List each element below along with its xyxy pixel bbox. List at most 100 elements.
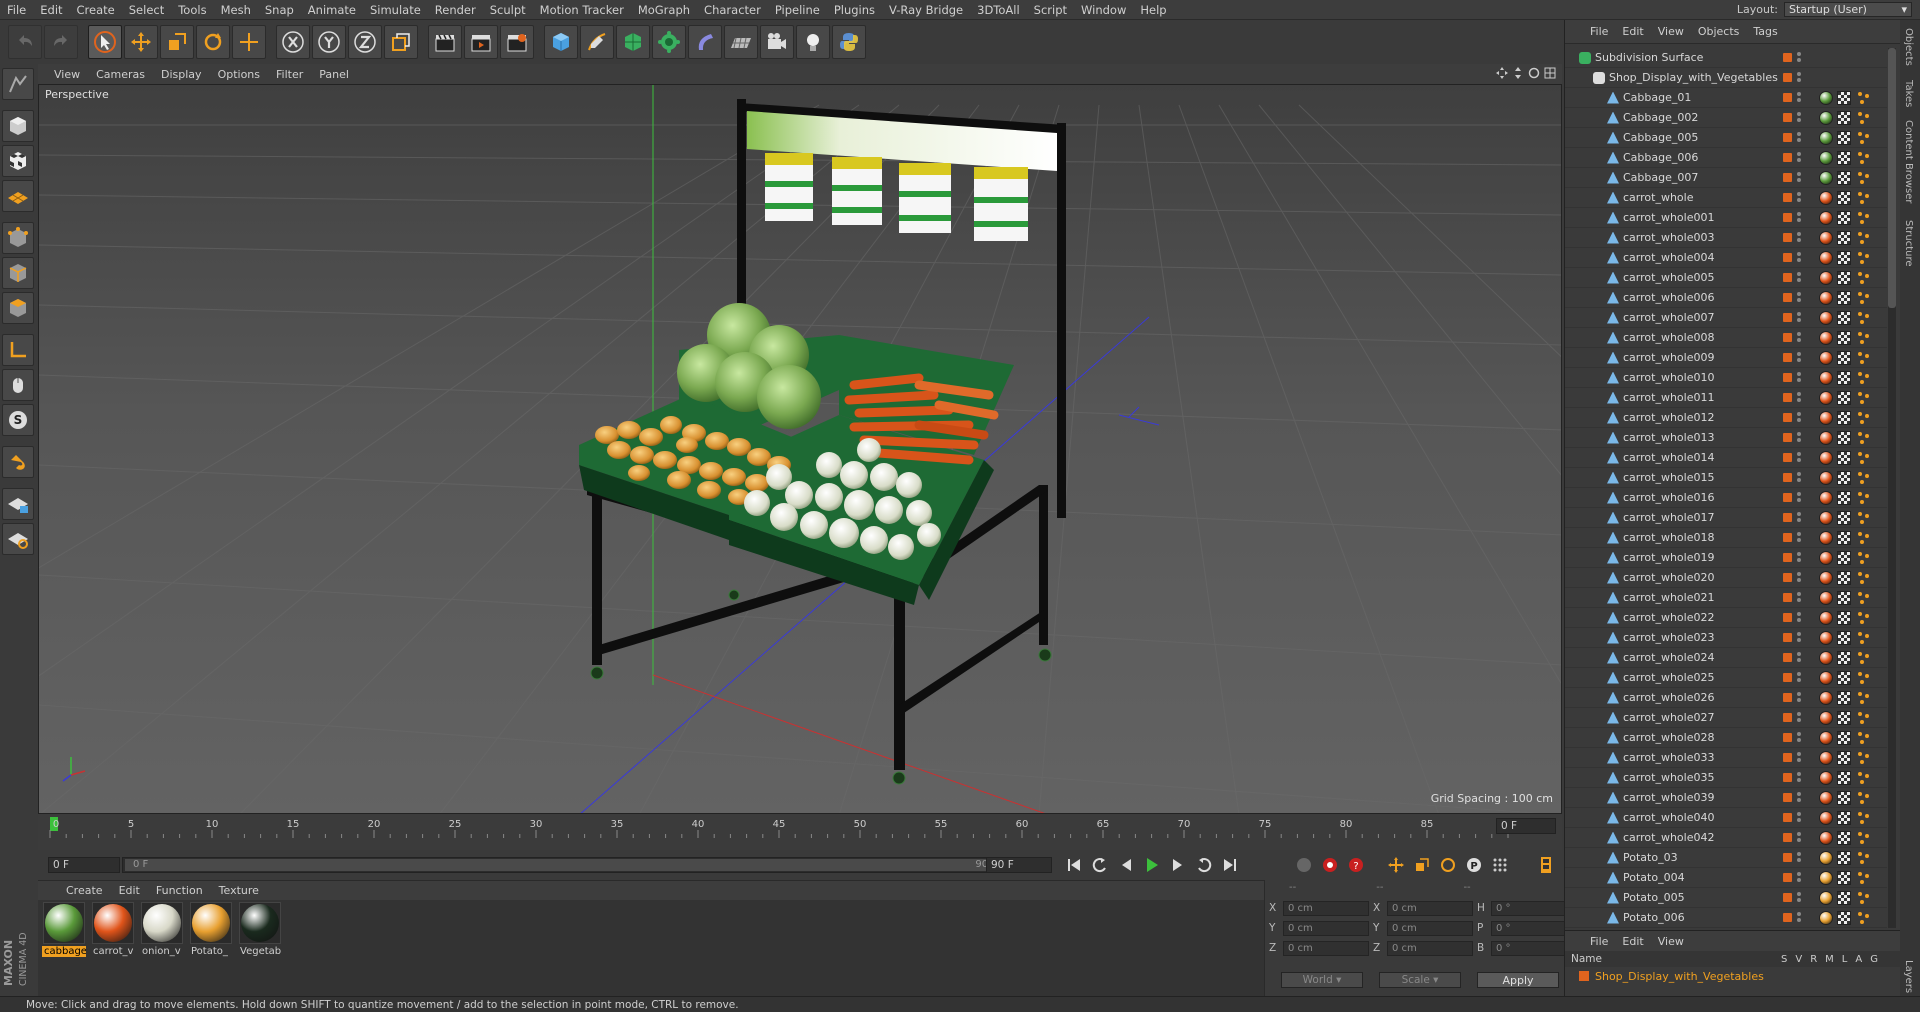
menu-pipeline[interactable]: Pipeline (768, 3, 827, 17)
object-row[interactable]: carrot_whole010 (1565, 368, 1887, 388)
rotate-button[interactable] (196, 25, 230, 59)
phong-tag-icon[interactable] (1857, 911, 1871, 925)
visibility-dots-icon[interactable] (1797, 72, 1801, 83)
uv-tag-icon[interactable] (1837, 550, 1851, 565)
phong-tag-icon[interactable] (1857, 831, 1871, 845)
z-axis-lock-button[interactable] (348, 25, 382, 59)
object-menu-tags[interactable]: Tags (1746, 25, 1784, 38)
record-button[interactable] (1318, 854, 1342, 876)
material-tag-icon[interactable] (1819, 230, 1833, 245)
phong-tag-icon[interactable] (1857, 371, 1871, 385)
material-tag-icon[interactable] (1819, 790, 1833, 805)
layer-column-v[interactable]: V (1795, 954, 1802, 965)
phong-tag-icon[interactable] (1857, 751, 1871, 765)
undo-button[interactable] (8, 25, 42, 59)
object-row[interactable]: carrot_whole019 (1565, 548, 1887, 568)
uv-tag-icon[interactable] (1837, 670, 1851, 685)
object-row[interactable]: Shop_Display_with_Vegetables (1565, 68, 1887, 88)
uv-tag-icon[interactable] (1837, 350, 1851, 365)
locked-workplane-button[interactable] (2, 488, 34, 520)
phong-tag-icon[interactable] (1857, 391, 1871, 405)
visibility-dots-icon[interactable] (1797, 872, 1801, 883)
perspective-viewport[interactable]: Perspective Grid Spacing : 100 cm (38, 84, 1562, 814)
pen-spline-button[interactable] (580, 25, 614, 59)
object-row[interactable]: carrot_whole012 (1565, 408, 1887, 428)
phong-tag-icon[interactable] (1857, 571, 1871, 585)
layer-menu-edit[interactable]: Edit (1615, 935, 1650, 948)
object-menu-objects[interactable]: Objects (1691, 25, 1747, 38)
material-tag-icon[interactable] (1819, 670, 1833, 685)
uv-tag-icon[interactable] (1837, 610, 1851, 625)
phong-tag-icon[interactable] (1857, 511, 1871, 525)
layer-menu-file[interactable]: File (1583, 935, 1615, 948)
visibility-dots-icon[interactable] (1797, 772, 1801, 783)
render-view-button[interactable] (428, 25, 462, 59)
material-tag-icon[interactable] (1819, 270, 1833, 285)
object-row[interactable]: carrot_whole013 (1565, 428, 1887, 448)
visibility-dots-icon[interactable] (1797, 92, 1801, 103)
visibility-dots-icon[interactable] (1797, 792, 1801, 803)
visibility-dots-icon[interactable] (1797, 852, 1801, 863)
planar-workplane-button[interactable] (2, 523, 34, 555)
key-parameter-button[interactable]: P (1462, 854, 1486, 876)
prev-frame-button[interactable] (1114, 854, 1138, 876)
visibility-dots-icon[interactable] (1797, 232, 1801, 243)
object-row[interactable]: carrot_whole014 (1565, 448, 1887, 468)
menu-render[interactable]: Render (428, 3, 483, 17)
scroll-thumb[interactable] (1888, 48, 1896, 308)
edges-mode-button[interactable] (2, 257, 34, 289)
uv-tag-icon[interactable] (1837, 90, 1851, 105)
coordinate-system-button[interactable] (384, 25, 418, 59)
timeline-view-button[interactable] (1534, 854, 1558, 876)
pan-icon[interactable] (1496, 67, 1508, 79)
next-key-button[interactable] (1192, 854, 1216, 876)
apply-button[interactable]: Apply (1477, 972, 1559, 988)
uv-tag-icon[interactable] (1837, 390, 1851, 405)
workplane-mode-button[interactable] (2, 180, 34, 212)
uv-tag-icon[interactable] (1837, 310, 1851, 325)
viewport-menu-cameras[interactable]: Cameras (88, 68, 153, 81)
material-tag-icon[interactable] (1819, 290, 1833, 305)
material-tag-icon[interactable] (1819, 770, 1833, 785)
material-tag-icon[interactable] (1819, 430, 1833, 445)
cloner-button[interactable] (652, 25, 686, 59)
material-tag-icon[interactable] (1819, 370, 1833, 385)
uv-tag-icon[interactable] (1837, 150, 1851, 165)
phong-tag-icon[interactable] (1857, 411, 1871, 425)
object-row[interactable]: carrot_whole007 (1565, 308, 1887, 328)
phong-tag-icon[interactable] (1857, 731, 1871, 745)
key-scale-button[interactable] (1410, 854, 1434, 876)
timeline-ruler[interactable]: 051015202530354045505560657075808590 0 F (38, 814, 1562, 850)
visibility-dots-icon[interactable] (1797, 312, 1801, 323)
phong-tag-icon[interactable] (1857, 691, 1871, 705)
uv-tag-icon[interactable] (1837, 170, 1851, 185)
coord-field[interactable]: 0 cm (1283, 940, 1369, 956)
floor-button[interactable] (724, 25, 758, 59)
object-row[interactable]: Cabbage_002 (1565, 108, 1887, 128)
phong-tag-icon[interactable] (1857, 591, 1871, 605)
material-tag-icon[interactable] (1819, 610, 1833, 625)
phong-tag-icon[interactable] (1857, 351, 1871, 365)
menu-edit[interactable]: Edit (33, 3, 69, 17)
material-tag-icon[interactable] (1819, 650, 1833, 665)
phong-tag-icon[interactable] (1857, 91, 1871, 105)
render-settings-button[interactable] (500, 25, 534, 59)
menu-create[interactable]: Create (70, 3, 122, 17)
menu-character[interactable]: Character (697, 3, 768, 17)
material-menu-texture[interactable]: Texture (211, 884, 267, 897)
material-menu-create[interactable]: Create (58, 884, 111, 897)
phong-tag-icon[interactable] (1857, 431, 1871, 445)
visibility-dots-icon[interactable] (1797, 912, 1801, 923)
visibility-dots-icon[interactable] (1797, 352, 1801, 363)
side-tab-structure[interactable]: Structure (1903, 220, 1914, 267)
tweak-mode-button[interactable] (2, 369, 34, 401)
object-row[interactable]: carrot_whole035 (1565, 768, 1887, 788)
phong-tag-icon[interactable] (1857, 191, 1871, 205)
object-row[interactable]: carrot_whole024 (1565, 648, 1887, 668)
phong-tag-icon[interactable] (1857, 271, 1871, 285)
phong-tag-icon[interactable] (1857, 531, 1871, 545)
viewport-menu-view[interactable]: View (46, 68, 88, 81)
coord-field[interactable]: 0 cm (1283, 920, 1369, 936)
uv-tag-icon[interactable] (1837, 210, 1851, 225)
material-tag-icon[interactable] (1819, 110, 1833, 125)
